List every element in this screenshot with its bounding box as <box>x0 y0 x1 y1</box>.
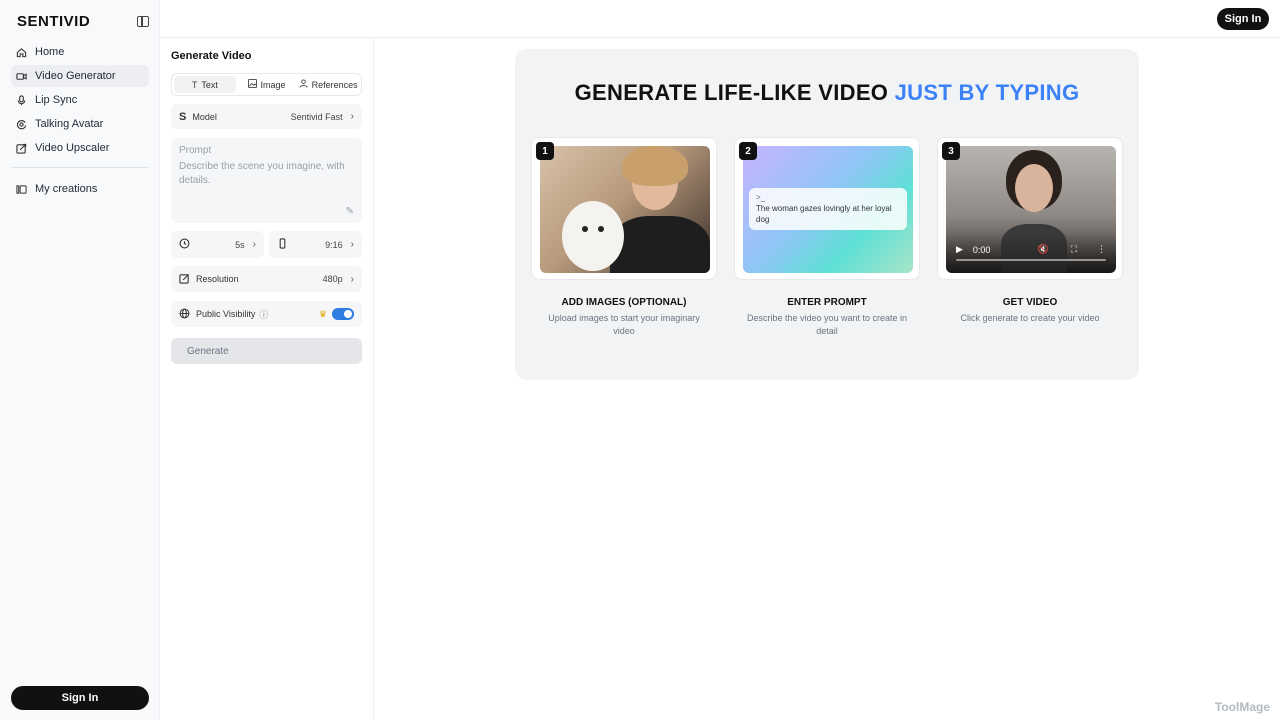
prompt-label: Prompt <box>179 145 212 156</box>
play-icon[interactable]: ▶ <box>956 244 963 255</box>
model-logo-icon: S <box>179 110 187 123</box>
resolution-value: 480p <box>322 274 343 284</box>
watermark: ToolMage <box>1214 700 1270 714</box>
step-heading-2: ENTER PROMPT <box>787 297 867 308</box>
visibility-toggle[interactable] <box>332 308 354 320</box>
tab-text[interactable]: T Text <box>174 76 236 93</box>
logo-row: SENTIVID <box>17 12 149 30</box>
step-desc-2: Describe the video you want to create in… <box>746 313 908 336</box>
sidebar-divider <box>11 167 149 168</box>
sidebar-item-label: My creations <box>35 183 98 195</box>
woman-with-dog-image <box>540 146 710 273</box>
sidebar-item-label: Talking Avatar <box>35 118 104 130</box>
aspect-ratio-selector[interactable]: 9:16 › <box>269 231 362 258</box>
mute-icon[interactable]: 🔇 <box>1037 244 1048 255</box>
step-heading-3: GET VIDEO <box>1002 297 1058 308</box>
model-selector[interactable]: S Model Sentivid Fast › <box>171 104 362 129</box>
hero-title-main: GENERATE LIFE-LIKE VIDEO <box>574 80 889 105</box>
sidebar-item-label: Video Generator <box>35 70 116 82</box>
hero-title: GENERATE LIFE-LIKE VIDEO JUST BY TYPING <box>515 80 1139 106</box>
chevron-right-icon: › <box>350 273 354 285</box>
video-controls: ▶ 0:00 🔇 ⛶ ⋮ <box>946 233 1116 273</box>
magic-wand-icon[interactable]: ✎ <box>346 206 354 217</box>
aspect-ratio-value: 9:16 <box>325 239 343 250</box>
info-icon[interactable]: ⓘ <box>259 308 268 321</box>
chevron-right-icon: › <box>350 111 354 122</box>
step-card-3: 3 ▶ 0:00 🔇 ⛶ ⋮ <box>937 137 1123 280</box>
tab-label: Image <box>260 79 286 90</box>
video-time: 0:00 <box>972 244 991 255</box>
chevron-right-icon: › <box>252 239 256 250</box>
sidebar-item-home[interactable]: Home <box>11 41 149 63</box>
step-number: 3 <box>942 142 960 160</box>
upscale-icon <box>16 143 27 154</box>
resolution-label: Resolution <box>196 274 239 284</box>
sample-prompt-text: The woman gazes lovingly at her loyal do… <box>756 204 892 224</box>
library-icon <box>16 184 27 195</box>
sidebar-signin-button[interactable]: Sign In <box>11 686 149 710</box>
prompt-preview: >_ The woman gazes lovingly at her loyal… <box>743 146 913 273</box>
video-player[interactable]: ▶ 0:00 🔇 ⛶ ⋮ <box>946 146 1116 273</box>
tab-references[interactable]: References <box>297 76 359 93</box>
prompt-placeholder: Describe the scene you imagine, with det… <box>179 161 345 186</box>
step-desc-1: Upload images to start your imaginary vi… <box>548 313 700 336</box>
tab-label: Text <box>201 79 218 90</box>
panel-title: Generate Video <box>171 50 252 62</box>
top-bar: Sign In <box>160 0 1280 38</box>
avatar-icon <box>16 119 27 130</box>
sidebar-item-lip-sync[interactable]: Lip Sync <box>11 89 149 111</box>
sidebar-item-talking-avatar[interactable]: Talking Avatar <box>11 113 149 135</box>
phone-icon <box>277 238 288 251</box>
sidebar-item-video-generator[interactable]: Video Generator <box>11 65 149 87</box>
crown-icon: ♛ <box>318 308 327 319</box>
model-label: Model <box>192 111 217 122</box>
duration-value: 5s <box>235 239 245 250</box>
hero-card: GENERATE LIFE-LIKE VIDEO JUST BY TYPING … <box>515 49 1139 380</box>
generate-panel: Generate Video T Text Image References S… <box>160 38 374 720</box>
visibility-label: Public Visibility <box>196 309 256 319</box>
mode-tabs: T Text Image References <box>171 73 362 96</box>
video-progress-bar[interactable] <box>956 259 1106 261</box>
step-number: 2 <box>739 142 757 160</box>
tab-label: References <box>311 79 358 90</box>
public-visibility-row: Public Visibility ⓘ ♛ <box>171 301 362 327</box>
text-icon: T <box>191 79 198 90</box>
sidebar-nav: Home Video Generator Lip Sync Talking Av… <box>11 41 149 202</box>
sidebar-item-label: Lip Sync <box>35 94 78 106</box>
tab-image[interactable]: Image <box>236 76 298 93</box>
globe-icon <box>179 308 190 321</box>
signin-button[interactable]: Sign In <box>1217 8 1269 30</box>
step-number: 1 <box>536 142 554 160</box>
sidebar-item-label: Home <box>35 46 65 58</box>
resolution-icon <box>179 273 190 286</box>
video-icon <box>16 71 27 82</box>
hero-title-accent: JUST BY TYPING <box>894 80 1080 105</box>
sidebar-item-label: Video Upscaler <box>35 142 110 154</box>
sidebar-collapse-icon[interactable] <box>137 15 149 27</box>
generate-button[interactable]: Generate <box>171 338 362 364</box>
image-icon <box>247 79 257 90</box>
step-card-2: 2 >_ The woman gazes lovingly at her loy… <box>734 137 920 280</box>
duration-selector[interactable]: 5s › <box>171 231 264 258</box>
prompt-input[interactable]: Prompt Describe the scene you imagine, w… <box>171 138 362 223</box>
sample-prompt-bubble: >_ The woman gazes lovingly at her loyal… <box>749 188 907 230</box>
resolution-selector[interactable]: Resolution 480p › <box>171 266 362 292</box>
mic-icon <box>16 94 27 106</box>
home-icon <box>16 47 27 58</box>
video-controls-row: ▶ 0:00 🔇 ⛶ ⋮ <box>956 244 1106 255</box>
references-icon <box>299 79 308 90</box>
sidebar-item-video-upscaler[interactable]: Video Upscaler <box>11 137 149 159</box>
more-icon[interactable]: ⋮ <box>1097 244 1106 255</box>
sidebar-item-my-creations[interactable]: My creations <box>11 178 149 200</box>
model-value: Sentivid Fast <box>290 111 343 122</box>
step-desc-3: Click generate to create your video <box>960 313 1100 323</box>
app-logo[interactable]: SENTIVID <box>17 13 90 30</box>
fullscreen-icon[interactable]: ⛶ <box>1071 244 1077 255</box>
terminal-icon: >_ <box>756 193 766 202</box>
step-card-1: 1 <box>531 137 717 280</box>
clock-icon <box>179 238 190 251</box>
chevron-right-icon: › <box>350 239 354 250</box>
sidebar: SENTIVID Home Video Generator Lip Sync T… <box>0 0 160 720</box>
step-heading-1: ADD IMAGES (OPTIONAL) <box>561 297 687 308</box>
